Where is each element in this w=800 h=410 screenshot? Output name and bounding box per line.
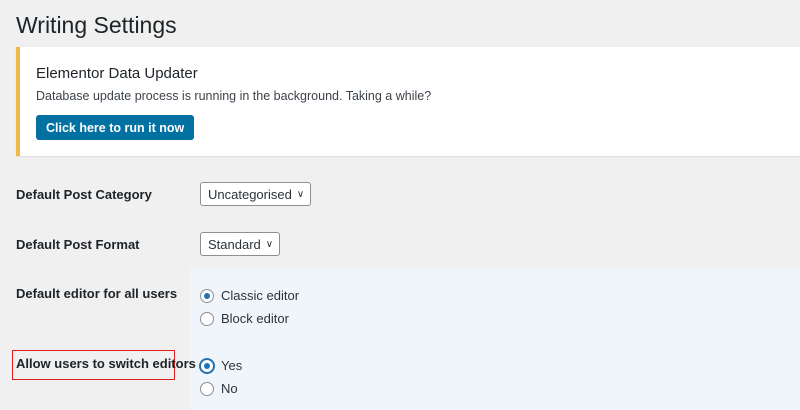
radio-label: Block editor — [221, 311, 289, 326]
notice-message: Database update process is running in th… — [36, 89, 432, 103]
radio-label: Classic editor — [221, 288, 300, 303]
elementor-notice: Elementor Data Updater Database update p… — [16, 47, 800, 156]
radio-classic-editor[interactable]: Classic editor — [200, 288, 299, 303]
radio-no[interactable]: No — [200, 381, 238, 396]
format-label: Default Post Format — [16, 237, 140, 252]
chevron-down-icon: ∨ — [296, 188, 305, 200]
radio-checked-icon — [200, 288, 214, 303]
run-updater-button[interactable]: Click here to run it now — [36, 115, 195, 140]
notice-title: Elementor Data Updater — [36, 65, 198, 82]
category-value: Uncategorised — [208, 186, 292, 202]
chevron-down-icon: ∨ — [265, 238, 274, 250]
category-label: Default Post Category — [16, 187, 152, 202]
radio-checked-icon — [200, 358, 214, 373]
radio-unchecked-icon — [200, 311, 214, 326]
format-select[interactable]: Standard ∨ — [200, 232, 281, 256]
radio-block-editor[interactable]: Block editor — [200, 311, 289, 326]
radio-label: Yes — [221, 358, 243, 373]
format-value: Standard — [208, 236, 261, 252]
radio-unchecked-icon — [200, 381, 214, 396]
page-title: Writing Settings — [16, 12, 177, 38]
category-select[interactable]: Uncategorised ∨ — [200, 182, 312, 206]
radio-label: No — [221, 381, 238, 396]
switch-label: Allow users to switch editors — [16, 356, 196, 371]
radio-yes[interactable]: Yes — [200, 358, 242, 373]
editor-label: Default editor for all users — [16, 286, 178, 301]
